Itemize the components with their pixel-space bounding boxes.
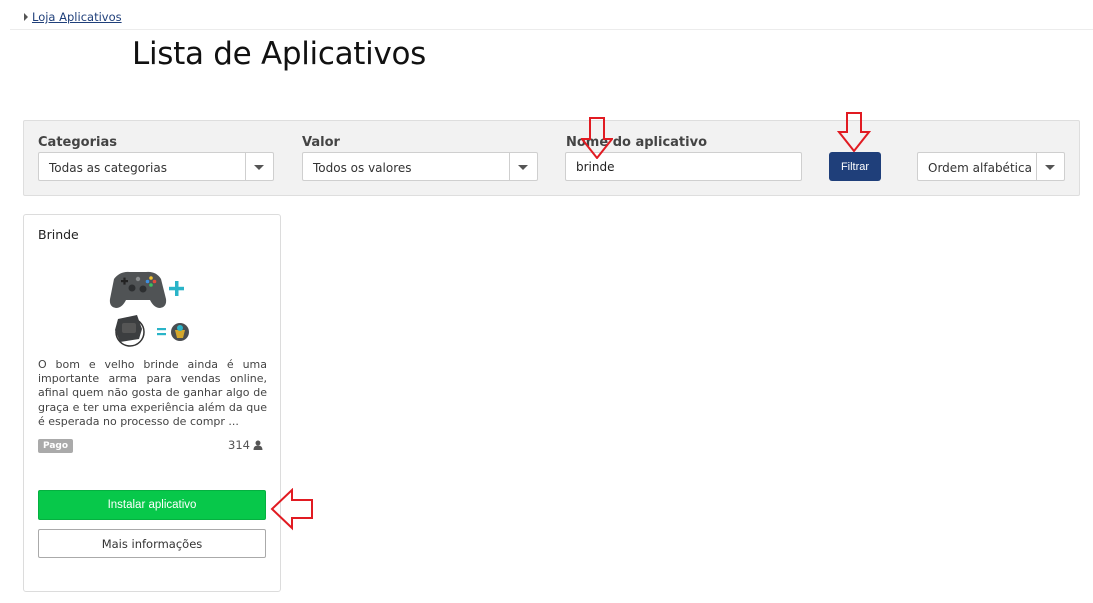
categories-select-value: Todas as categorias bbox=[49, 161, 167, 175]
user-icon bbox=[253, 440, 263, 450]
categories-label: Categorias bbox=[38, 135, 117, 150]
price-label: Valor bbox=[302, 135, 340, 150]
caret-right-icon bbox=[24, 13, 28, 21]
page-title: Lista de Aplicativos bbox=[132, 36, 427, 72]
app-card-title: Brinde bbox=[38, 227, 79, 242]
install-app-button[interactable]: Instalar aplicativo bbox=[38, 490, 266, 520]
select-divider bbox=[245, 153, 246, 180]
sort-select-value: Ordem alfabética bbox=[928, 161, 1032, 175]
game-controller-and-gift-icon bbox=[109, 271, 189, 347]
sort-select[interactable]: Ordem alfabética bbox=[917, 152, 1065, 181]
more-info-button[interactable]: Mais informações bbox=[38, 529, 266, 558]
breadcrumb-link-loja-aplicativos[interactable]: Loja Aplicativos bbox=[32, 10, 122, 24]
install-count: 314 bbox=[228, 438, 263, 452]
select-divider bbox=[509, 153, 510, 180]
breadcrumb: Loja Aplicativos bbox=[24, 10, 122, 24]
select-divider bbox=[1036, 153, 1037, 180]
chevron-down-icon bbox=[518, 165, 528, 170]
price-select[interactable]: Todos os valores bbox=[302, 152, 538, 181]
chevron-down-icon bbox=[1045, 165, 1055, 170]
install-count-value: 314 bbox=[228, 438, 250, 452]
app-card-description: O bom e velho brinde ainda é uma importa… bbox=[38, 358, 267, 428]
app-name-input[interactable]: brinde bbox=[565, 152, 802, 181]
filter-button[interactable]: Filtrar bbox=[829, 152, 881, 181]
chevron-down-icon bbox=[254, 165, 264, 170]
paid-badge: Pago bbox=[38, 439, 74, 453]
header-divider bbox=[10, 29, 1093, 30]
app-card: Brinde O bom e velho brinde ainda é uma … bbox=[23, 214, 281, 592]
categories-select[interactable]: Todas as categorias bbox=[38, 152, 274, 181]
app-name-label: Nome do aplicativo bbox=[566, 135, 708, 150]
price-select-value: Todos os valores bbox=[313, 161, 412, 175]
filter-panel: Categorias Todas as categorias Valor Tod… bbox=[23, 120, 1080, 196]
